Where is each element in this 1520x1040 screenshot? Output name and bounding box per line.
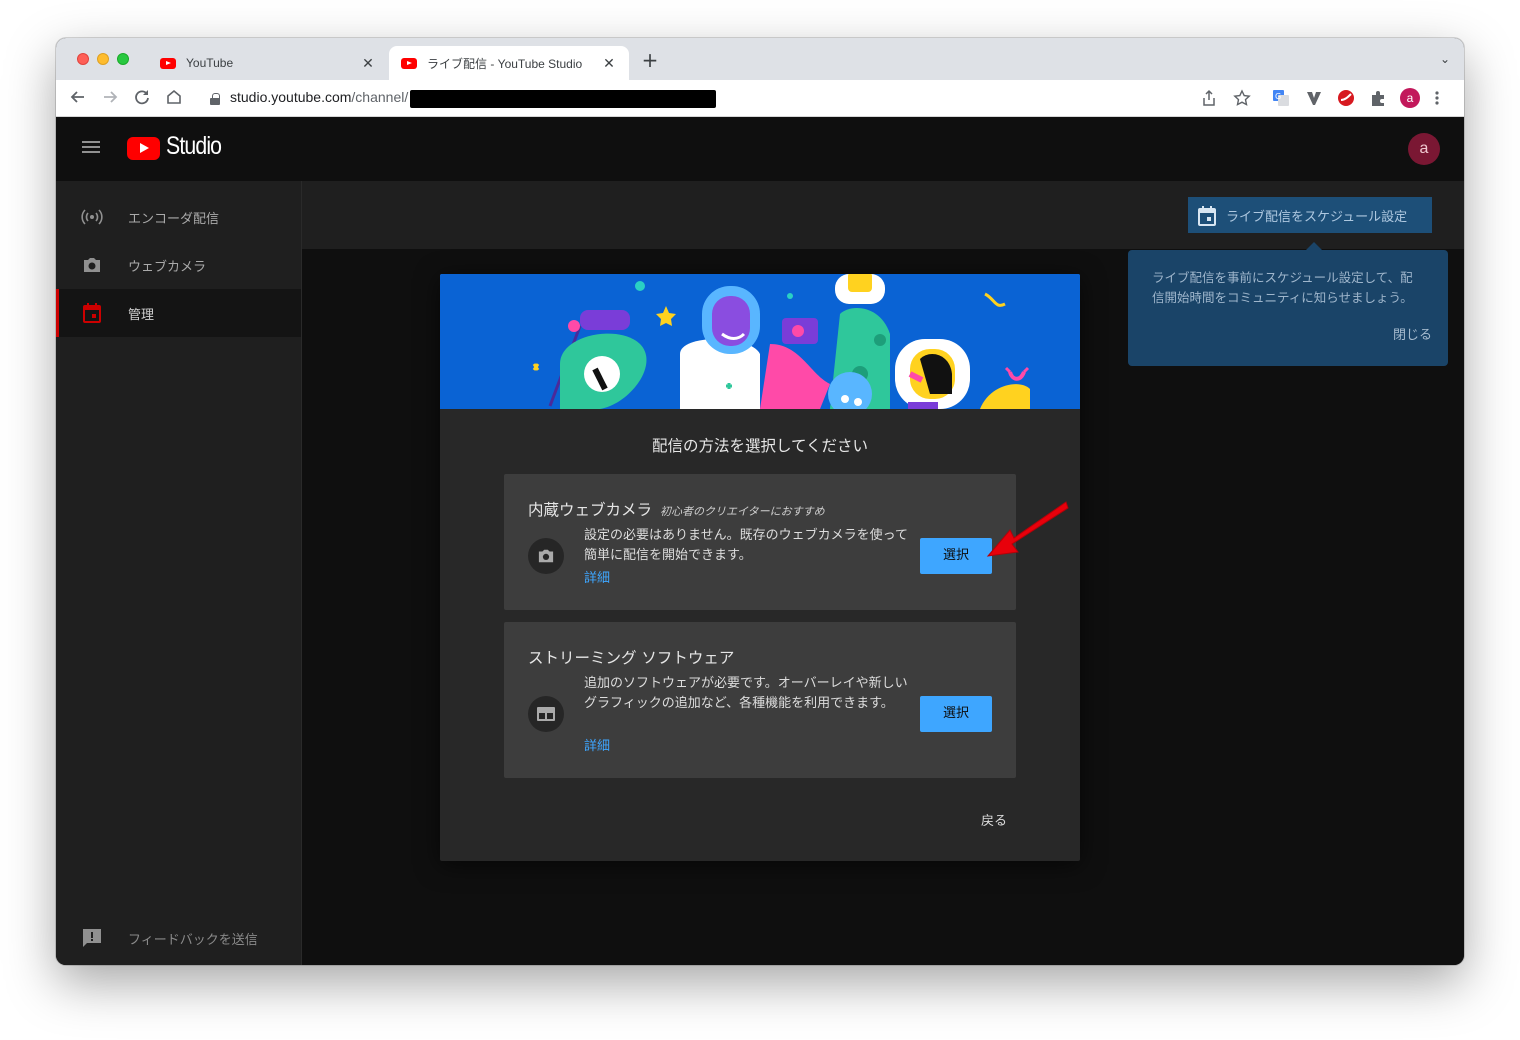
extensions-puzzle-icon[interactable]	[1369, 89, 1387, 107]
tab-close-icon[interactable]: ✕	[601, 55, 617, 72]
browser-toolbar: studio.youtube.com/channel/ G a	[56, 80, 1464, 117]
back-arrow-icon[interactable]	[68, 88, 88, 108]
tab-search-icon[interactable]: ⌄	[1440, 52, 1450, 66]
account-avatar[interactable]: a	[1408, 133, 1440, 165]
home-icon[interactable]	[164, 88, 184, 108]
calendar-icon	[1198, 206, 1216, 226]
studio-header: Studio a	[56, 117, 1464, 181]
tab-title: YouTube	[186, 56, 234, 70]
camera-icon	[528, 538, 564, 574]
select-webcam-button[interactable]: 選択	[920, 538, 992, 574]
tab-youtube[interactable]: YouTube ✕	[148, 46, 388, 80]
lock-icon	[210, 92, 220, 105]
youtube-studio-app: Studio a エンコーダ配信 ウェブカメラ 管理 フィードバックを送信 ライ…	[56, 117, 1464, 965]
sidebar-item-manage[interactable]: 管理	[56, 289, 301, 337]
dialog-title: 配信の方法を選択してください	[651, 437, 869, 455]
sidebar-item-encoder[interactable]: エンコーダ配信	[56, 193, 301, 241]
translate-icon[interactable]: G	[1272, 89, 1290, 107]
select-software-button[interactable]: 選択	[920, 696, 992, 732]
send-feedback-button[interactable]: フィードバックを送信	[56, 914, 301, 962]
option-title: ストリーミング ソフトウェア	[528, 649, 735, 667]
tooltip-text: ライブ配信を事前にスケジュール設定して、配信開始時間をコミュニティに知らせましょ…	[1152, 270, 1413, 305]
redacted-block	[410, 89, 717, 108]
tab-youtube-studio[interactable]: ライブ配信 - YouTube Studio ✕	[389, 46, 629, 80]
hero-illustration	[440, 274, 1080, 409]
window-close-button[interactable]	[77, 53, 89, 65]
browser-menu-icon[interactable]	[1434, 89, 1440, 107]
option-card-software: ストリーミング ソフトウェア 追加のソフトウェアが必要です。オーバーレイや新しい…	[504, 622, 1016, 778]
option-card-webcam: 内蔵ウェブカメラ 初心者のクリエイターにおすすめ 設定の必要はありません。既存のウ…	[504, 474, 1016, 610]
tab-title: ライブ配信 - YouTube Studio	[427, 56, 583, 71]
share-icon[interactable]	[1201, 89, 1219, 107]
option-title: 内蔵ウェブカメラ 初心者のクリエイターにおすすめ	[528, 501, 825, 519]
option-description: 追加のソフトウェアが必要です。オーバーレイや新しいグラフィックの追加など、各種機…	[584, 676, 908, 711]
option-subtitle: 初心者のクリエイターにおすすめ	[660, 505, 825, 518]
profile-avatar[interactable]: a	[1400, 88, 1420, 108]
schedule-live-label: ライブ配信をスケジュール設定	[1226, 209, 1408, 225]
option-description: 設定の必要はありません。既存のウェブカメラを使って簡単に配信を開始できます。	[584, 528, 908, 563]
sidebar-item-label: ウェブカメラ	[128, 259, 207, 275]
new-tab-button[interactable]: +	[640, 50, 660, 70]
back-button[interactable]: 戻る	[970, 810, 1018, 829]
sidebar-item-webcam[interactable]: ウェブカメラ	[56, 241, 301, 289]
youtube-logo-icon[interactable]	[127, 137, 160, 160]
youtube-favicon-icon	[160, 57, 176, 69]
calendar-icon	[81, 302, 103, 324]
bookmark-star-icon[interactable]	[1233, 89, 1251, 107]
vivaldi-extension-icon[interactable]	[1305, 89, 1323, 107]
camera-icon	[81, 254, 103, 276]
schedule-live-button[interactable]: ライブ配信をスケジュール設定	[1188, 197, 1432, 233]
tooltip-close-button[interactable]: 閉じる	[1393, 326, 1432, 346]
sidebar-item-label: エンコーダ配信	[128, 211, 220, 227]
svg-text:G: G	[1275, 92, 1281, 101]
learn-more-link[interactable]: 詳細	[584, 735, 610, 754]
annotation-arrow-icon	[986, 501, 1069, 557]
tab-strip: YouTube ✕ ライブ配信 - YouTube Studio ✕ + ⌄	[56, 38, 1464, 80]
hamburger-menu-icon[interactable]	[82, 141, 100, 153]
stream-method-dialog: 配信の方法を選択してください 内蔵ウェブカメラ 初心者のクリエイターにおすすめ 設…	[440, 274, 1080, 861]
window-minimize-button[interactable]	[97, 53, 109, 65]
studio-logo-text[interactable]: Studio	[166, 132, 222, 161]
software-icon	[528, 696, 564, 732]
schedule-tooltip: ライブ配信を事前にスケジュール設定して、配信開始時間をコミュニティに知らせましょ…	[1128, 242, 1448, 366]
window-maximize-button[interactable]	[117, 53, 129, 65]
broadcast-icon	[81, 206, 103, 228]
tab-close-icon[interactable]: ✕	[360, 55, 376, 72]
feedback-label: フィードバックを送信	[128, 932, 258, 948]
youtube-favicon-icon	[401, 57, 417, 69]
sidebar-item-label: 管理	[128, 307, 155, 323]
address-bar[interactable]: studio.youtube.com/channel/	[198, 85, 1258, 112]
forward-arrow-icon[interactable]	[100, 88, 120, 108]
feedback-icon	[81, 927, 103, 949]
trend-micro-icon[interactable]	[1337, 89, 1355, 107]
reload-icon[interactable]	[132, 88, 152, 108]
sidebar: エンコーダ配信 ウェブカメラ 管理 フィードバックを送信	[56, 181, 302, 965]
learn-more-link[interactable]: 詳細	[584, 567, 610, 586]
url-text: studio.youtube.com/channel/	[230, 89, 717, 108]
browser-window: YouTube ✕ ライブ配信 - YouTube Studio ✕ + ⌄ s…	[56, 38, 1464, 965]
